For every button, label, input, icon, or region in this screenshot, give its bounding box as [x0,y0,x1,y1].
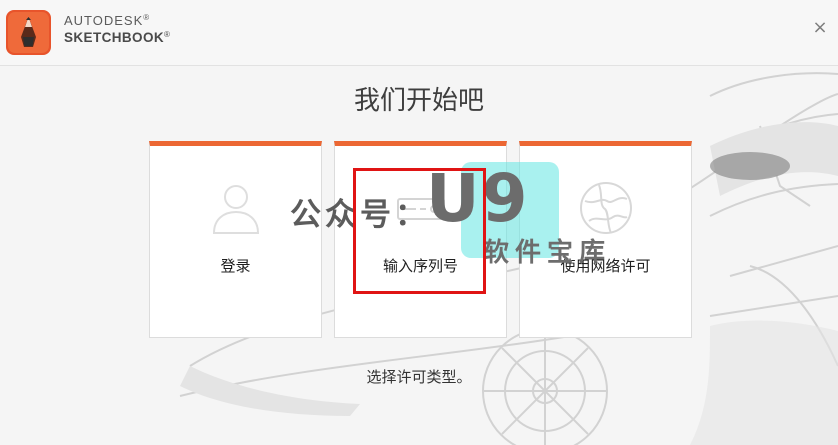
user-icon [212,185,260,234]
license-type-prompt: 选择许可类型。 [366,368,472,386]
close-icon: × [812,17,828,38]
network-globe-icon [580,182,632,234]
highlight-annotation-box [353,168,486,294]
brand-line1: AUTODESK [64,13,144,28]
brand-wordmark: AUTODESK® SKETCHBOOK® [64,14,170,45]
app-header: AUTODESK® SKETCHBOOK® × [0,0,838,66]
page-title: 我们开始吧 [353,86,484,116]
watermark-text-software-library: 软件宝库 [483,238,612,268]
sign-in-card[interactable]: 登录 [149,141,322,338]
brand-line2: SKETCHBOOK [64,30,165,45]
brand-line1-mark: ® [143,13,150,22]
sign-in-label: 登录 [220,257,251,275]
close-button[interactable]: × [812,17,828,38]
brand-line2-mark: ® [164,30,171,39]
sketchbook-logo-icon [6,10,51,55]
